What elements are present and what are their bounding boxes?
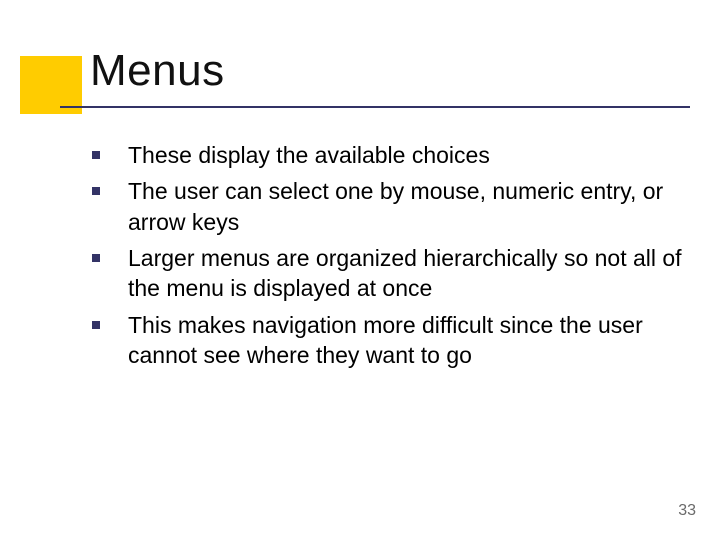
bullet-list: These display the available choices The … [92,140,682,371]
title-area: Menus [20,46,690,96]
slide-body: These display the available choices The … [92,140,682,377]
page-number: 33 [678,502,696,520]
title-underline [60,106,690,108]
list-item: These display the available choices [92,140,682,170]
slide: Menus These display the available choice… [0,0,720,540]
list-item: This makes navigation more difficult sin… [92,310,682,371]
slide-title: Menus [90,46,690,96]
list-item: The user can select one by mouse, numeri… [92,176,682,237]
list-item: Larger menus are organized hierarchicall… [92,243,682,304]
